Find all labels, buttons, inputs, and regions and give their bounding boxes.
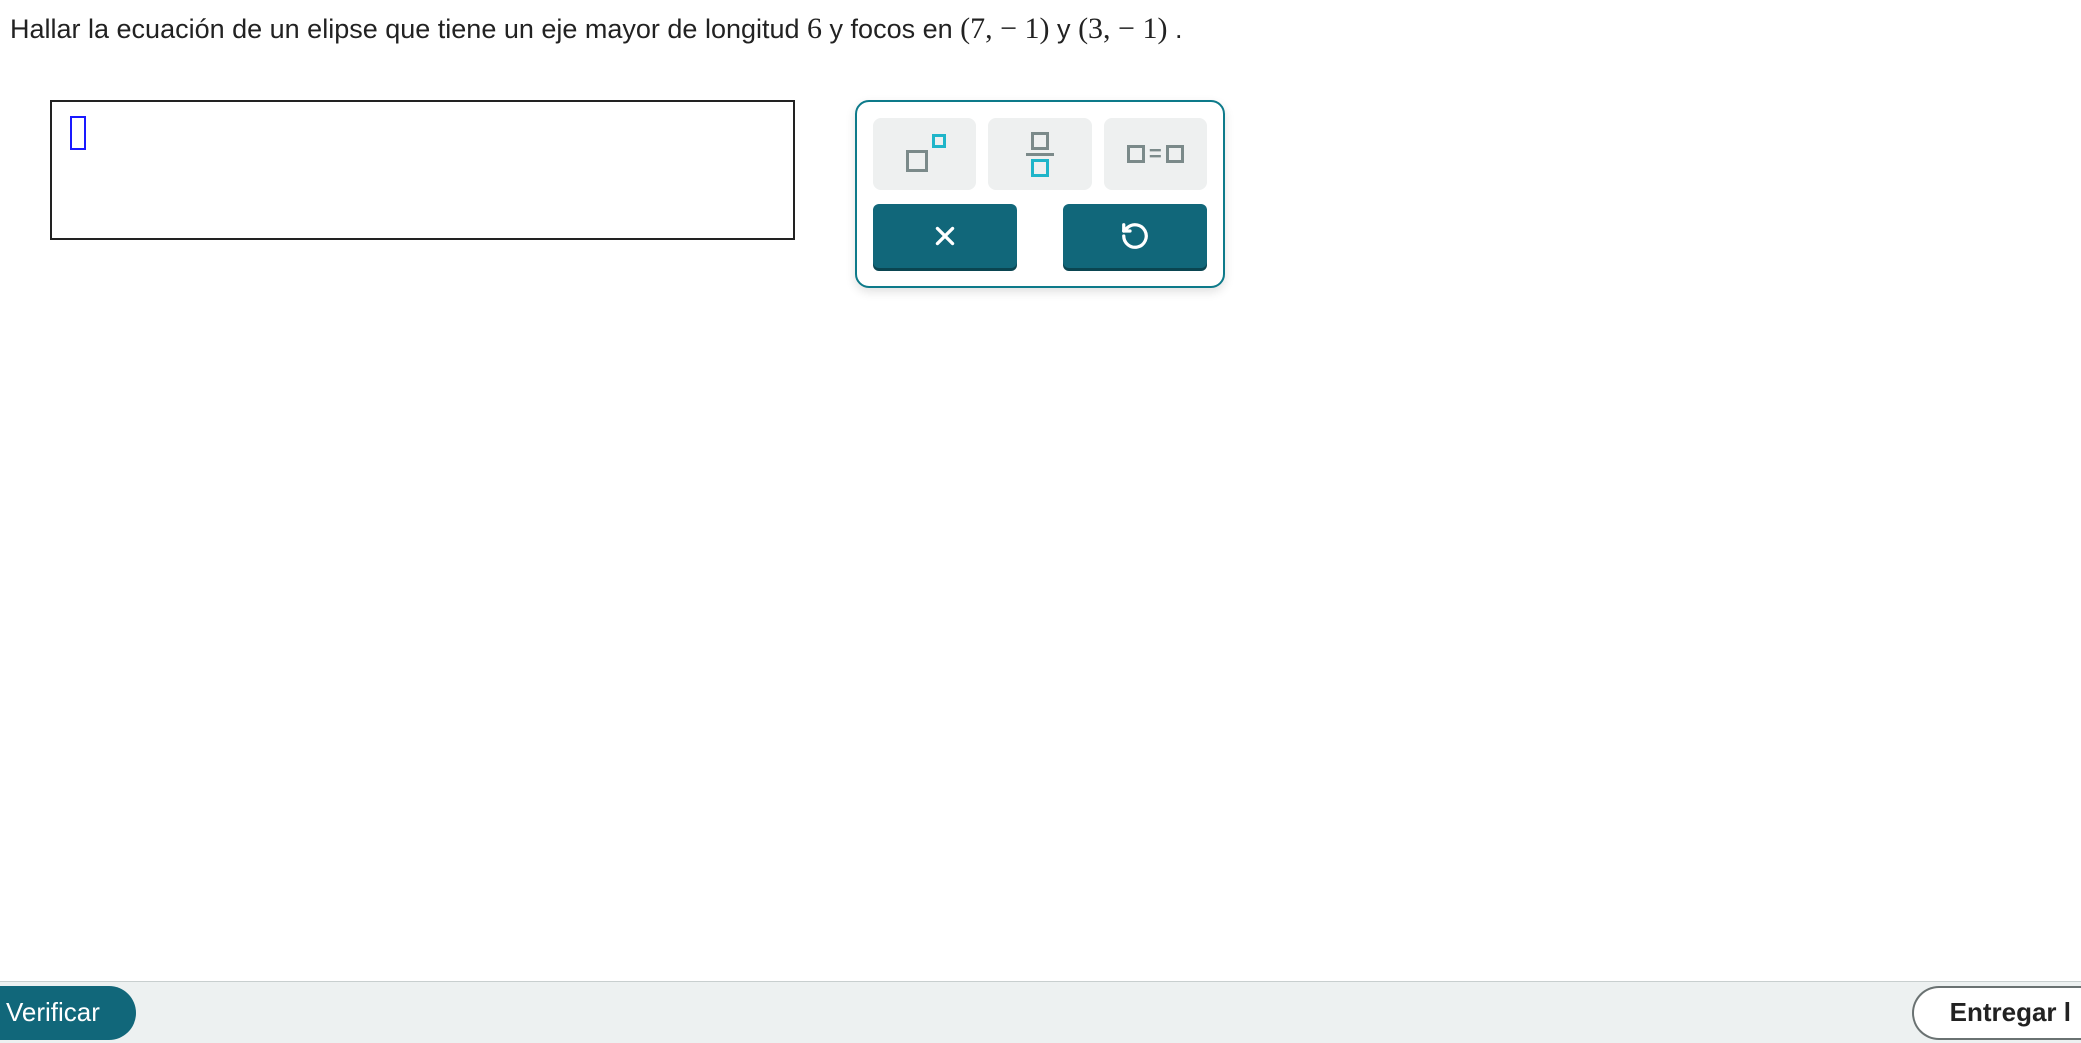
verify-button[interactable]: Verificar	[0, 986, 136, 1040]
content-row: =	[0, 100, 2081, 288]
equation-icon: =	[1127, 141, 1184, 167]
close-icon	[932, 223, 958, 249]
major-axis-value: 6	[807, 12, 822, 45]
verify-label: Verificar	[6, 997, 100, 1028]
exponent-button[interactable]	[873, 118, 976, 190]
keypad-tools-row: =	[873, 118, 1207, 190]
focus2: (3, − 1)	[1078, 12, 1167, 45]
question-text: Hallar la ecuación de un elipse que tien…	[0, 0, 2081, 70]
keypad-actions-row	[873, 204, 1207, 268]
question-prefix: Hallar la ecuación de un elipse que tien…	[10, 14, 807, 44]
equation-button[interactable]: =	[1104, 118, 1207, 190]
fraction-button[interactable]	[988, 118, 1091, 190]
input-cursor-placeholder	[70, 116, 86, 150]
math-keypad: =	[855, 100, 1225, 288]
exponent-icon	[904, 134, 946, 174]
answer-input[interactable]	[50, 100, 795, 240]
question-suffix: .	[1175, 14, 1183, 44]
clear-button[interactable]	[873, 204, 1017, 268]
submit-label: Entregar l	[1950, 997, 2071, 1028]
question-mid2: y	[1057, 14, 1078, 44]
question-mid1: y focos en	[830, 14, 961, 44]
undo-icon	[1120, 221, 1150, 251]
focus1: (7, − 1)	[960, 12, 1049, 45]
undo-button[interactable]	[1063, 204, 1207, 268]
fraction-icon	[1026, 132, 1054, 177]
submit-button[interactable]: Entregar l	[1912, 986, 2081, 1040]
bottom-bar: Verificar Entregar l	[0, 981, 2081, 1043]
